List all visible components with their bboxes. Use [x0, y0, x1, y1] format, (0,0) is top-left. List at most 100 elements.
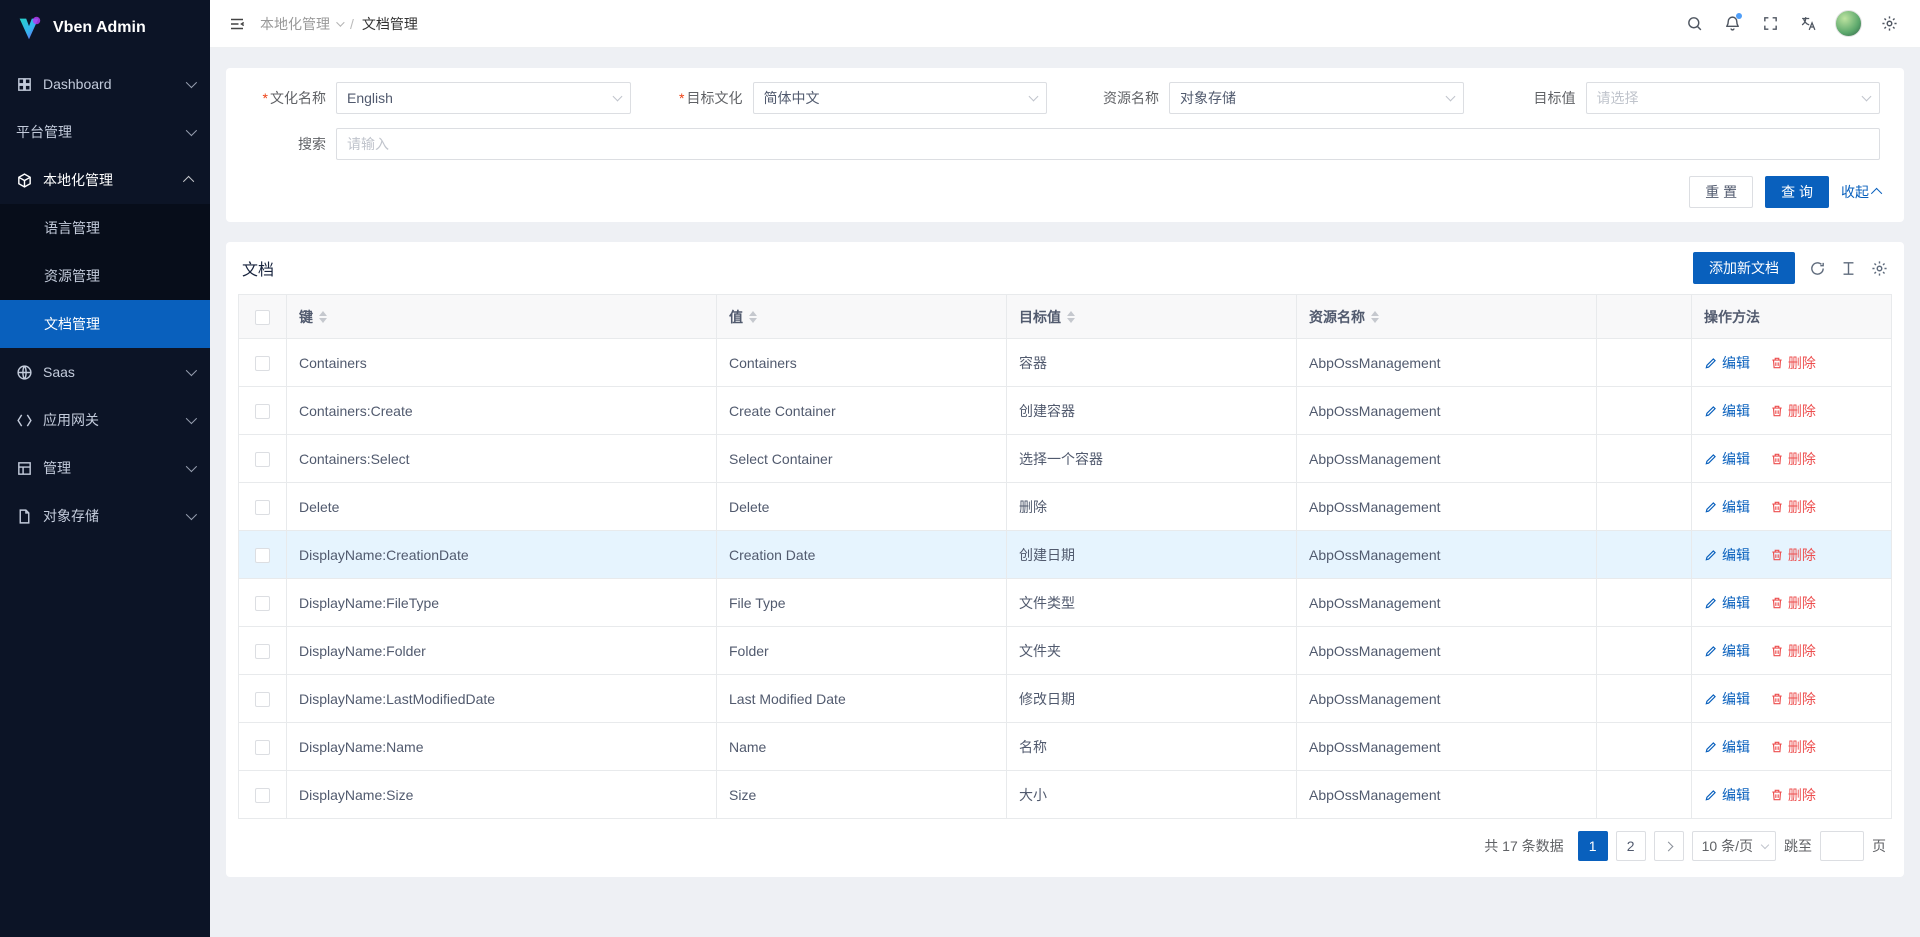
delete-button[interactable]: 删除	[1770, 545, 1816, 565]
filter-footer: 重 置 查 询 收起	[226, 174, 1904, 208]
delete-button[interactable]: 删除	[1770, 401, 1816, 421]
delete-button[interactable]: 删除	[1770, 785, 1816, 805]
reset-button[interactable]: 重 置	[1689, 176, 1753, 208]
table-row[interactable]: Containers:Create Create Container 创建容器 …	[239, 387, 1892, 435]
settings-gear-icon[interactable]	[1872, 4, 1906, 44]
menu-fold-icon[interactable]	[220, 7, 254, 41]
edit-button[interactable]: 编辑	[1704, 785, 1750, 805]
sort-icons[interactable]	[1371, 311, 1379, 323]
trash-icon	[1770, 740, 1784, 754]
table-row[interactable]: DisplayName:LastModifiedDate Last Modifi…	[239, 675, 1892, 723]
row-checkbox[interactable]	[255, 596, 270, 611]
row-checkbox[interactable]	[255, 452, 270, 467]
query-button[interactable]: 查 询	[1765, 176, 1829, 208]
table-row[interactable]: Delete Delete 删除 AbpOssManagement 编辑 删除	[239, 483, 1892, 531]
delete-label: 删除	[1788, 737, 1816, 757]
edit-button[interactable]: 编辑	[1704, 497, 1750, 517]
fullscreen-icon[interactable]	[1753, 4, 1787, 44]
cell-target: 创建容器	[1007, 387, 1297, 435]
cell-key: DisplayName:Name	[287, 723, 717, 771]
cell-resource: AbpOssManagement	[1297, 387, 1597, 435]
edit-button[interactable]: 编辑	[1704, 689, 1750, 709]
jump-page-input[interactable]	[1820, 831, 1864, 861]
row-height-icon[interactable]	[1840, 260, 1857, 277]
page-button-1[interactable]: 1	[1578, 831, 1608, 861]
row-checkbox[interactable]	[255, 356, 270, 371]
cell-value: File Type	[717, 579, 1007, 627]
delete-label: 删除	[1788, 641, 1816, 661]
edit-button[interactable]: 编辑	[1704, 641, 1750, 661]
user-avatar[interactable]	[1835, 10, 1862, 37]
notification-badge	[1736, 13, 1742, 19]
delete-button[interactable]: 删除	[1770, 593, 1816, 613]
delete-button[interactable]: 删除	[1770, 449, 1816, 469]
notification-bell-icon[interactable]	[1715, 4, 1749, 44]
row-checkbox[interactable]	[255, 740, 270, 755]
content-area: *文化名称 English *目标文化 简体中文	[210, 48, 1920, 937]
cell-spacer	[1597, 483, 1692, 531]
edit-button[interactable]: 编辑	[1704, 737, 1750, 757]
table-row[interactable]: DisplayName:Folder Folder 文件夹 AbpOssMana…	[239, 627, 1892, 675]
edit-label: 编辑	[1722, 785, 1750, 805]
table-row[interactable]: DisplayName:FileType File Type 文件类型 AbpO…	[239, 579, 1892, 627]
next-page-button[interactable]	[1654, 831, 1684, 861]
row-checkbox[interactable]	[255, 692, 270, 707]
filter-panel: *文化名称 English *目标文化 简体中文	[226, 68, 1904, 222]
row-checkbox[interactable]	[255, 788, 270, 803]
edit-button[interactable]: 编辑	[1704, 401, 1750, 421]
logo[interactable]: Vben Admin	[0, 0, 210, 56]
field-target-culture: *目标文化 简体中文	[649, 82, 1066, 114]
add-document-button[interactable]: 添加新文档	[1693, 252, 1795, 284]
edit-button[interactable]: 编辑	[1704, 449, 1750, 469]
page-button-2[interactable]: 2	[1616, 831, 1646, 861]
sidebar-item-platform[interactable]: 平台管理	[0, 108, 210, 156]
sidebar-item-resource-management[interactable]: 资源管理	[0, 252, 210, 300]
jump-label: 跳至	[1784, 836, 1812, 856]
delete-button[interactable]: 删除	[1770, 737, 1816, 757]
cell-resource: AbpOssManagement	[1297, 483, 1597, 531]
delete-button[interactable]: 删除	[1770, 641, 1816, 661]
table-row[interactable]: Containers Containers 容器 AbpOssManagemen…	[239, 339, 1892, 387]
sidebar-item-language-management[interactable]: 语言管理	[0, 204, 210, 252]
row-checkbox[interactable]	[255, 404, 270, 419]
sidebar-item-localization[interactable]: 本地化管理	[0, 156, 210, 204]
culture-name-select[interactable]: English	[336, 82, 631, 114]
row-checkbox[interactable]	[255, 644, 270, 659]
table-row[interactable]: Containers:Select Select Container 选择一个容…	[239, 435, 1892, 483]
edit-button[interactable]: 编辑	[1704, 545, 1750, 565]
row-checkbox[interactable]	[255, 500, 270, 515]
search-input[interactable]	[336, 128, 1880, 160]
sidebar-item-gateway[interactable]: 应用网关	[0, 396, 210, 444]
search-icon[interactable]	[1677, 4, 1711, 44]
resource-name-select[interactable]: 对象存储	[1169, 82, 1464, 114]
cell-key: Containers:Create	[287, 387, 717, 435]
select-all-checkbox[interactable]	[255, 310, 270, 325]
row-checkbox[interactable]	[255, 548, 270, 563]
delete-button[interactable]: 删除	[1770, 689, 1816, 709]
column-header-resource: 资源名称	[1297, 295, 1597, 339]
chevron-down-icon	[336, 18, 344, 26]
sort-icons[interactable]	[749, 311, 757, 323]
table-row[interactable]: DisplayName:CreationDate Creation Date 创…	[239, 531, 1892, 579]
refresh-icon[interactable]	[1809, 260, 1826, 277]
sort-icons[interactable]	[319, 311, 327, 323]
delete-button[interactable]: 删除	[1770, 497, 1816, 517]
edit-button[interactable]: 编辑	[1704, 353, 1750, 373]
table-row[interactable]: DisplayName:Size Size 大小 AbpOssManagemen…	[239, 771, 1892, 819]
sidebar-item-saas[interactable]: Saas	[0, 348, 210, 396]
translate-icon[interactable]	[1791, 4, 1825, 44]
breadcrumb-root[interactable]: 本地化管理	[260, 14, 342, 34]
sidebar-item-document-management[interactable]: 文档管理	[0, 300, 210, 348]
page-size-select[interactable]: 10 条/页	[1692, 831, 1776, 861]
sort-icons[interactable]	[1067, 311, 1075, 323]
target-culture-select[interactable]: 简体中文	[753, 82, 1048, 114]
sidebar-item-management[interactable]: 管理	[0, 444, 210, 492]
table-row[interactable]: DisplayName:Name Name 名称 AbpOssManagemen…	[239, 723, 1892, 771]
collapse-link[interactable]: 收起	[1841, 182, 1882, 202]
sidebar-item-dashboard[interactable]: Dashboard	[0, 60, 210, 108]
sidebar-item-object-storage[interactable]: 对象存储	[0, 492, 210, 540]
delete-button[interactable]: 删除	[1770, 353, 1816, 373]
target-value-select[interactable]: 请选择	[1586, 82, 1881, 114]
edit-button[interactable]: 编辑	[1704, 593, 1750, 613]
column-settings-gear-icon[interactable]	[1871, 260, 1888, 277]
